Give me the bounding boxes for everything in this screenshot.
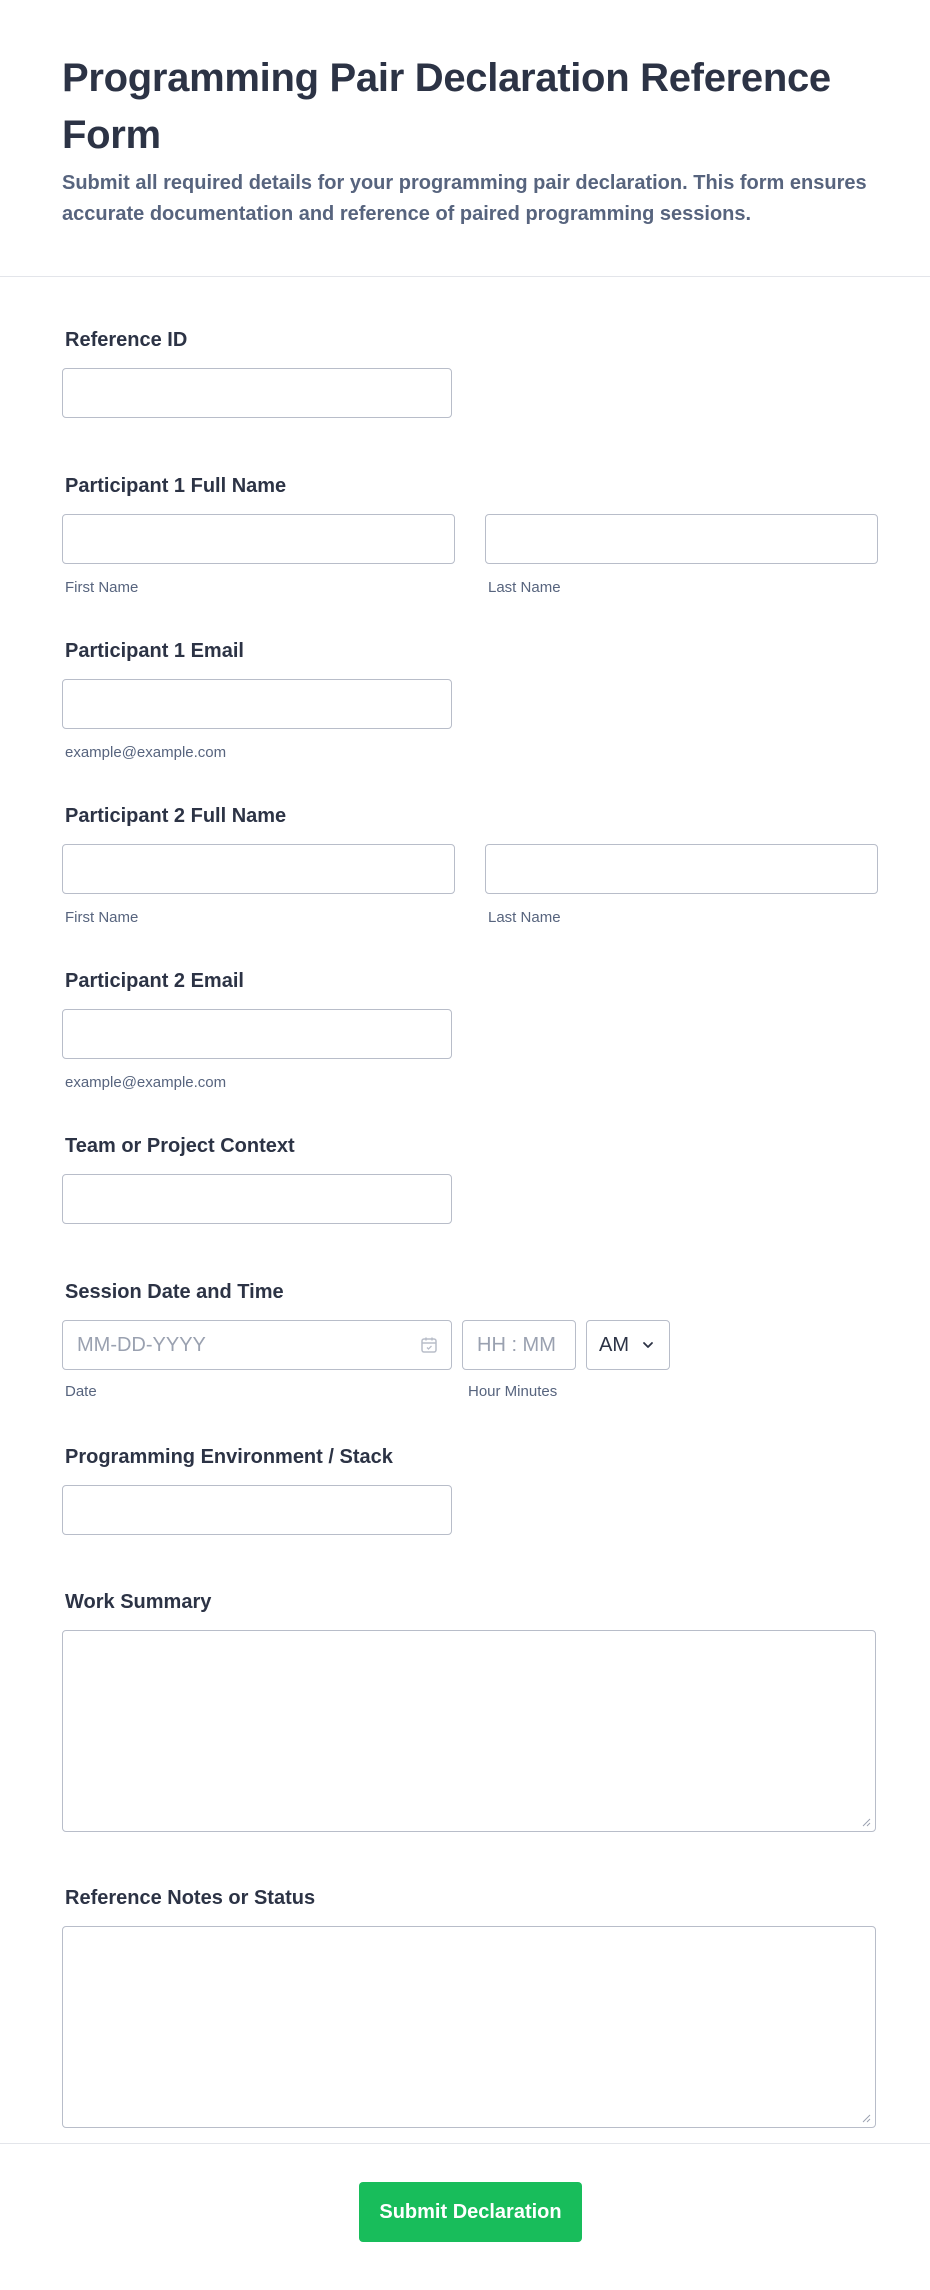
participant2-email-field: Participant 2 Email example@example.com: [62, 969, 868, 1092]
participant1-last-name-sublabel: Last Name: [488, 579, 561, 596]
work-summary-textarea[interactable]: [62, 1630, 876, 1832]
participant1-first-name-input[interactable]: [62, 514, 455, 564]
ampm-select[interactable]: AM: [586, 1320, 670, 1370]
team-context-label: Team or Project Context: [65, 1135, 295, 1157]
time-sublabel: Hour Minutes: [468, 1383, 558, 1400]
submit-button[interactable]: Submit Declaration: [359, 2182, 582, 2242]
participant1-email-input[interactable]: [62, 679, 452, 729]
calendar-icon[interactable]: [419, 1335, 439, 1355]
form-body: Reference ID Participant 1 Full Name Fir…: [0, 328, 930, 2128]
form-page: Programming Pair Declaration Reference F…: [0, 0, 930, 2290]
resize-grip-icon[interactable]: [861, 1817, 871, 1827]
environment-label: Programming Environment / Stack: [65, 1446, 393, 1468]
page-title: Programming Pair Declaration Reference F…: [62, 56, 831, 157]
participant2-email-input[interactable]: [62, 1009, 452, 1059]
participant2-last-name-sublabel: Last Name: [488, 909, 561, 926]
participant2-first-name-sublabel: First Name: [65, 909, 139, 926]
participant2-last-name-input[interactable]: [485, 844, 878, 894]
reference-id-field: Reference ID: [62, 328, 868, 418]
work-summary-label: Work Summary: [65, 1591, 212, 1613]
date-picker: MM-DD-YYYY: [62, 1320, 452, 1370]
participant1-last-name-input[interactable]: [485, 514, 878, 564]
participant1-name-label: Participant 1 Full Name: [65, 475, 287, 497]
participant2-name-label: Participant 2 Full Name: [65, 805, 287, 827]
session-datetime-field: Session Date and Time MM-DD-YYYY HH : MM…: [62, 1280, 868, 1401]
participant2-email-label: Participant 2 Email: [65, 970, 244, 992]
work-summary-field: Work Summary: [62, 1590, 876, 1832]
page-subtitle: Submit all required details for your pro…: [62, 172, 867, 225]
participant1-name-field: Participant 1 Full Name First Name Last …: [62, 474, 878, 597]
reference-id-label: Reference ID: [65, 329, 188, 351]
participant2-name-field: Participant 2 Full Name First Name Last …: [62, 804, 878, 927]
time-input[interactable]: HH : MM: [462, 1320, 576, 1370]
date-input[interactable]: MM-DD-YYYY: [62, 1320, 452, 1370]
reference-notes-textarea[interactable]: [62, 1926, 876, 2128]
reference-notes-field: Reference Notes or Status: [62, 1886, 876, 2128]
environment-field: Programming Environment / Stack: [62, 1445, 868, 1535]
participant1-email-sublabel: example@example.com: [65, 744, 227, 761]
environment-input[interactable]: [62, 1485, 452, 1535]
participant2-first-name-input[interactable]: [62, 844, 455, 894]
ampm-value: AM: [599, 1333, 629, 1356]
participant1-first-name-sublabel: First Name: [65, 579, 139, 596]
resize-grip-icon[interactable]: [861, 2113, 871, 2123]
chevron-down-icon: [643, 1342, 653, 1348]
reference-id-input[interactable]: [62, 368, 452, 418]
team-context-input[interactable]: [62, 1174, 452, 1224]
session-datetime-label: Session Date and Time: [65, 1281, 284, 1303]
participant1-email-label: Participant 1 Email: [65, 640, 244, 662]
team-context-field: Team or Project Context: [62, 1134, 868, 1224]
date-sublabel: Date: [65, 1383, 97, 1400]
reference-notes-label: Reference Notes or Status: [65, 1887, 316, 1909]
form-footer: Submit Declaration: [0, 2143, 930, 2290]
participant2-email-sublabel: example@example.com: [65, 1074, 227, 1091]
participant1-email-field: Participant 1 Email example@example.com: [62, 639, 868, 762]
form-header: Programming Pair Declaration Reference F…: [0, 0, 930, 277]
